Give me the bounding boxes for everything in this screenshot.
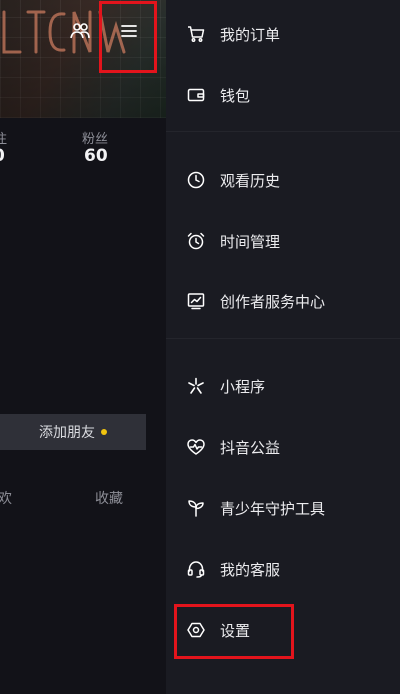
menu-item-label: 小程序 xyxy=(220,377,266,396)
menu-item-label: 创作者服务中心 xyxy=(220,292,326,311)
following-count: 0 xyxy=(0,146,5,166)
tab-likes[interactable]: 欢 xyxy=(0,488,12,508)
wallet-icon xyxy=(186,85,206,105)
menu-item-customer-service[interactable]: 我的客服 xyxy=(166,549,400,589)
menu-highlight-box xyxy=(99,1,157,73)
add-friend-label: 添加朋友 xyxy=(39,425,95,441)
menu-item-watch-history[interactable]: 观看历史 xyxy=(166,160,400,200)
menu-item-label: 我的客服 xyxy=(220,560,281,579)
side-drawer-menu: 我的订单 钱包 观看历史 时间管理 创作者服务中心 小程序 抖音公益 青少年守护… xyxy=(166,0,400,694)
sprout-icon xyxy=(186,498,206,518)
following-label: 注 xyxy=(0,132,8,147)
menu-item-label: 抖音公益 xyxy=(220,438,281,457)
settings-highlight-box xyxy=(174,604,294,659)
alarm-icon xyxy=(186,231,206,251)
sparkle-icon xyxy=(186,376,206,396)
menu-item-creator-center[interactable]: 创作者服务中心 xyxy=(166,281,400,321)
chart-icon xyxy=(186,291,206,311)
menu-item-wallet[interactable]: 钱包 xyxy=(166,75,400,115)
menu-divider xyxy=(166,338,400,339)
menu-divider xyxy=(166,131,400,132)
menu-item-mini-programs[interactable]: 小程序 xyxy=(166,366,400,406)
cart-icon xyxy=(186,24,206,44)
menu-item-label: 观看历史 xyxy=(220,171,281,190)
followers-label: 粉丝 xyxy=(82,132,109,147)
headset-icon xyxy=(186,559,206,579)
menu-item-label: 钱包 xyxy=(220,86,251,105)
followers-count: 60 xyxy=(84,146,108,166)
menu-item-label: 我的订单 xyxy=(220,25,281,44)
menu-item-label: 青少年守护工具 xyxy=(220,499,326,518)
menu-item-teen-protection[interactable]: 青少年守护工具 xyxy=(166,488,400,528)
tab-favorites[interactable]: 收藏 xyxy=(95,488,123,508)
clock-icon xyxy=(186,170,206,190)
heart-pulse-icon xyxy=(186,437,206,457)
profile-page: 注 0 粉丝 60 添加朋友 欢 收藏 xyxy=(0,0,166,694)
menu-item-orders[interactable]: 我的订单 xyxy=(166,14,400,54)
notification-dot xyxy=(101,429,107,435)
menu-item-time-management[interactable]: 时间管理 xyxy=(166,221,400,261)
menu-item-charity[interactable]: 抖音公益 xyxy=(166,427,400,467)
menu-item-label: 时间管理 xyxy=(220,232,281,251)
friends-icon[interactable] xyxy=(66,16,94,44)
add-friend-button[interactable]: 添加朋友 xyxy=(0,414,146,450)
